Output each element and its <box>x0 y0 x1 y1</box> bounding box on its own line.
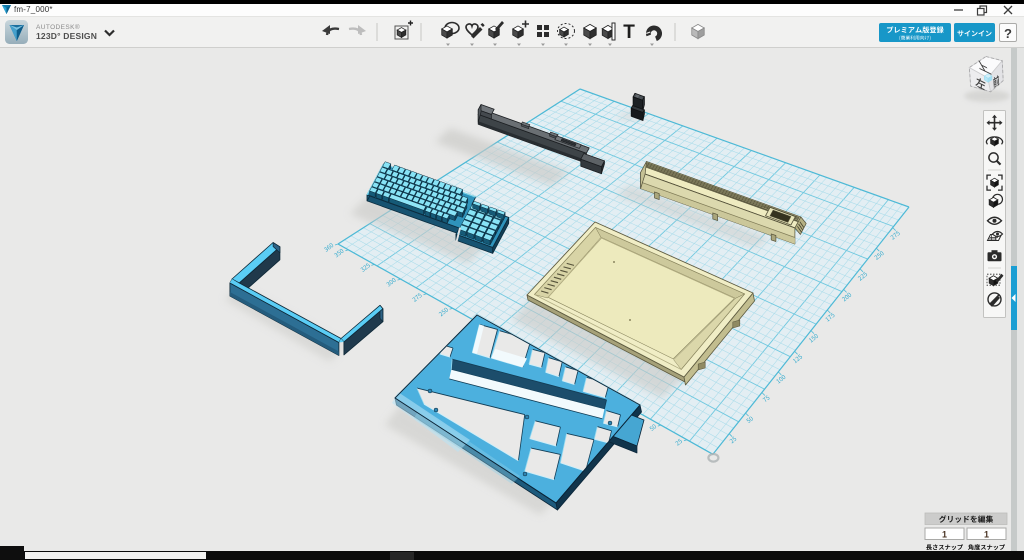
svg-text:1: 1 <box>984 530 989 540</box>
svg-text:?: ? <box>1004 26 1012 41</box>
svg-text:1: 1 <box>942 530 947 540</box>
svg-text:T: T <box>623 22 635 43</box>
